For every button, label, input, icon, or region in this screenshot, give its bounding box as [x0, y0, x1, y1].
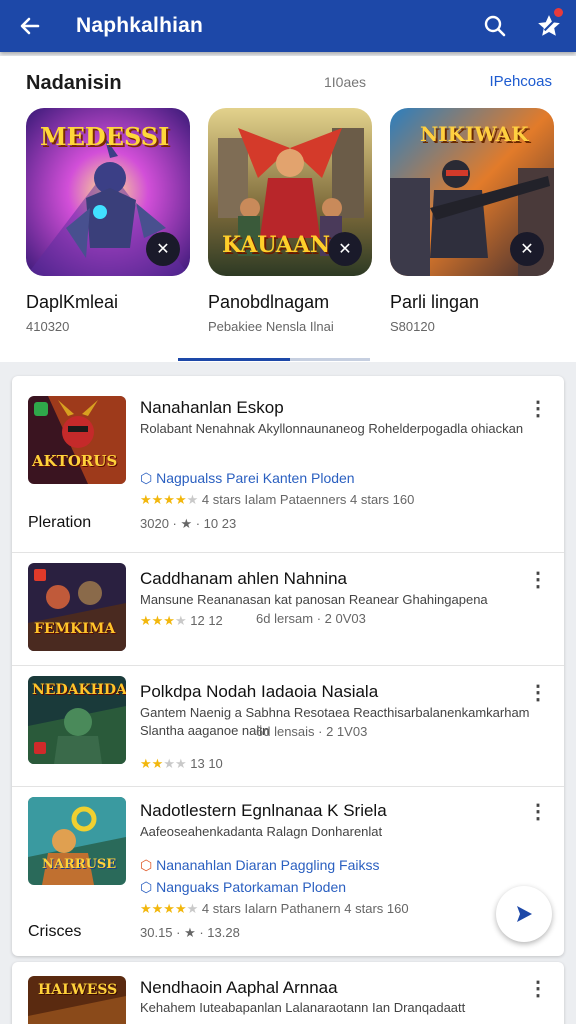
section-count: 1I0aes — [324, 74, 367, 90]
arrow-left-icon — [20, 17, 40, 35]
swords-icon: ✕ — [338, 241, 352, 258]
notification-button[interactable] — [522, 0, 576, 52]
swords-icon: ✕ — [520, 241, 534, 258]
tag-text: Nagpualss Parei Kanten Ploden — [156, 470, 355, 486]
play-badge[interactable]: ✕ — [510, 232, 544, 266]
featured-sub: S80120 — [390, 319, 435, 334]
rating-text: 13 10 — [190, 756, 223, 771]
carousel-indicator — [178, 358, 370, 361]
rating-stars: ★★★ — [140, 613, 175, 628]
item-tags-secondary: ⬡ Nananahlan Diaran Paggling Faikss — [140, 857, 379, 874]
list-thumb: NEDAKHDA — [28, 676, 126, 764]
rating-stars: ★★ — [140, 756, 164, 771]
item-description: Rolabant Nenahnak Akyllonnaunaneog Rohel… — [140, 421, 524, 436]
list-item[interactable]: HALWESS Nendhaoin Aaphal Arnnaa Kehahem … — [12, 962, 564, 1024]
see-all-link[interactable]: IPehcoas — [489, 73, 552, 90]
item-rating: ★★★★ 13 10 — [140, 756, 223, 772]
rating-stars-empty: ★ — [174, 613, 187, 628]
featured-art: NIKIWAK ✕ — [390, 108, 554, 276]
item-tags: ⬡ Nagpualss Parei Kanten Ploden — [140, 470, 355, 487]
item-title: Nendhaoin Aaphal Arnnaa — [140, 978, 338, 997]
art-title: NIKIWAK — [420, 122, 529, 146]
item-platform: Crisces — [28, 923, 82, 940]
section-title: Nadanisin — [26, 72, 122, 94]
item-description: Kehahem Iuteabapanlan Lalanaraotann Ian … — [140, 1000, 466, 1015]
more-options-icon[interactable]: ⋮ — [526, 396, 550, 420]
thumb-title: FEMKIMA — [34, 621, 116, 637]
rating-stars-empty: ★★ — [163, 756, 187, 771]
search-icon — [484, 15, 506, 37]
more-options-icon[interactable]: ⋮ — [526, 799, 550, 823]
thumb-title: HALWESS — [38, 982, 118, 998]
item-title: Nanahanlan Eskop — [140, 398, 284, 417]
rating-stars-empty: ★ — [186, 901, 199, 916]
play-badge[interactable]: ✕ — [328, 232, 362, 266]
app-bar: Naphkalhian — [0, 0, 576, 52]
tag-text: Nanguaks Patorkaman Ploden — [156, 879, 347, 895]
tag-text: Nananahlan Diaran Paggling Faikss — [156, 857, 380, 873]
item-meta: 6d lensais · 2 1V03 — [256, 724, 368, 739]
tag-icon: ⬡ — [140, 470, 153, 486]
list-thumb: FEMKIMA — [28, 563, 126, 651]
back-button[interactable] — [0, 0, 60, 52]
app-title: Naphkalhian — [76, 14, 204, 37]
list-item[interactable]: NEDAKHDA Polkdpa Nodah Iadaoia Nasiala G… — [12, 666, 564, 786]
rating-text: 4 stars Ialam Pataenners 4 stars 160 — [201, 492, 415, 507]
rating-text: 12 12 — [190, 613, 223, 628]
tag-icon: ⬡ — [140, 857, 153, 873]
more-options-icon[interactable]: ⋮ — [526, 567, 550, 591]
featured-art: KAUAANA ✕ — [208, 108, 372, 276]
game-list: AKTORUS Nanahanlan Eskop Rolabant Nenahn… — [12, 376, 564, 956]
art-title: MEDESSI — [40, 122, 170, 151]
search-button[interactable] — [468, 0, 522, 52]
thumb-title: NEDAKHDA — [32, 682, 126, 698]
send-icon — [517, 906, 532, 922]
list-thumb: NARRUSE — [28, 797, 126, 885]
featured-name: DaplKmleai — [26, 292, 119, 312]
item-rating: ★★★★★ 4 stars Ialam Pataenners 4 stars 1… — [140, 492, 414, 508]
item-description: Aafeoseahenkadanta Ralagn Donharenlat — [140, 824, 383, 839]
featured-card[interactable]: NIKIWAK ✕ Parli lingan S80120 — [390, 108, 554, 334]
item-tags: ⬡ Nanguaks Patorkaman Ploden — [140, 879, 346, 896]
featured-sub: 410320 — [26, 319, 70, 334]
featured-name: Parli lingan — [390, 292, 480, 312]
send-fab[interactable] — [496, 886, 552, 942]
featured-card[interactable]: MEDESSI ✕ DaplKmleai 410320 — [26, 108, 190, 334]
more-options-icon[interactable]: ⋮ — [526, 680, 550, 704]
rating-stars: ★★★★ — [140, 901, 187, 916]
carousel-indicator-fill — [178, 358, 290, 361]
item-description: Mansune Reananasan kat panosan Reanear G… — [140, 592, 488, 607]
play-badge[interactable]: ✕ — [146, 232, 180, 266]
item-meta: 6d lersam · 2 0V03 — [256, 611, 366, 626]
item-title: Polkdpa Nodah Iadaoia Nasiala — [140, 682, 379, 701]
featured-section: Nadanisin 1I0aes IPehcoas MEDESSI ✕ Dapl… — [0, 56, 576, 362]
swords-icon: ✕ — [156, 241, 170, 258]
list-item[interactable]: NARRUSE Nadotlestern Egnlnanaa K Sriela … — [12, 787, 564, 956]
item-title: Nadotlestern Egnlnanaa K Sriela — [140, 801, 387, 820]
item-rating: ★★★★ 12 12 — [140, 613, 223, 629]
notification-dot — [554, 8, 563, 17]
item-title: Caddhanam ahlen Nahnina — [140, 569, 347, 588]
rating-stars-empty: ★ — [186, 492, 199, 507]
featured-sub: Pebakiee Nensla Ilnai — [208, 319, 334, 334]
item-platform: Pleration — [28, 514, 92, 531]
item-meta: 30.15 · ★ · 13.28 — [140, 925, 240, 940]
item-rating: ★★★★★ 4 stars Ialarn Pathanern 4 stars 1… — [140, 901, 409, 917]
featured-art: MEDESSI ✕ — [26, 108, 190, 276]
list-thumb: HALWESS — [28, 976, 126, 1024]
list-thumb: AKTORUS — [28, 396, 126, 484]
thumb-title: NARRUSE — [42, 857, 117, 872]
tag-icon: ⬡ — [140, 879, 153, 895]
more-options-icon[interactable]: ⋮ — [526, 976, 550, 1000]
featured-name: Panobdlnagam — [208, 292, 330, 312]
item-meta: 3020 · ★ · 10 23 — [140, 516, 237, 531]
list-item[interactable]: AKTORUS Nanahanlan Eskop Rolabant Nenahn… — [12, 376, 564, 552]
list-item[interactable]: FEMKIMA Caddhanam ahlen Nahnina Mansune … — [12, 553, 564, 665]
thumb-title: AKTORUS — [32, 452, 118, 470]
rating-stars: ★★★★ — [140, 492, 187, 507]
rating-text: 4 stars Ialarn Pathanern 4 stars 160 — [201, 901, 409, 916]
featured-card[interactable]: KAUAANA ✕ Panobdlnagam Pebakiee Nensla I… — [208, 108, 372, 334]
